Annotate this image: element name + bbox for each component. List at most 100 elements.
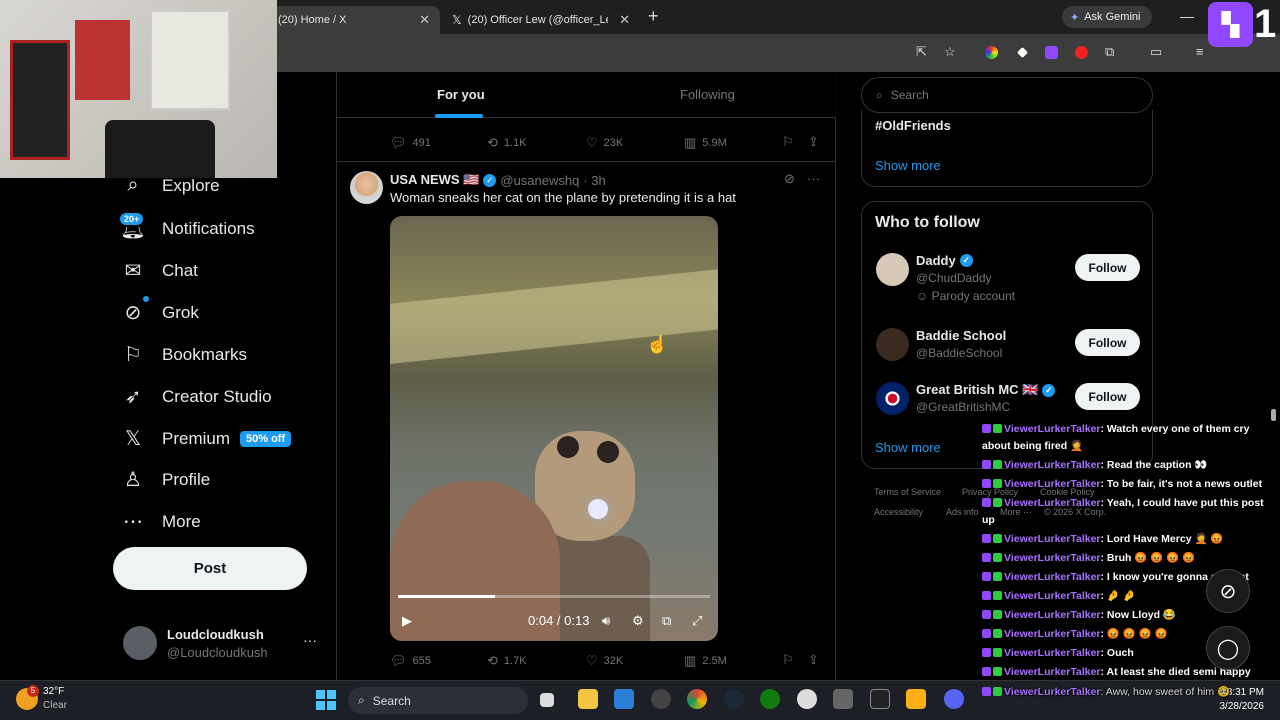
suggestion-name: Great British MC 🇬🇧 xyxy=(916,382,1039,397)
like-button[interactable]: ♡ 32K xyxy=(586,653,623,669)
tab-home[interactable]: (20) Home / X ✕ xyxy=(268,6,440,34)
extension-color-icon[interactable] xyxy=(985,46,998,59)
app-icon[interactable] xyxy=(651,689,671,709)
footer-link[interactable]: Terms of Service xyxy=(874,487,941,497)
messages-float-button[interactable]: ◯ xyxy=(1206,626,1250,670)
follow-button[interactable]: Follow xyxy=(1075,254,1140,281)
account-switcher[interactable]: Loudcloudkush @Loudcloudkush ··· xyxy=(123,626,323,662)
bookmark-icon[interactable]: ⚐ xyxy=(782,652,794,668)
sidebar-item-premium[interactable]: 𝕏 Premium 50% off xyxy=(120,426,292,451)
obs-icon[interactable] xyxy=(797,689,817,709)
who-to-follow-title: Who to follow xyxy=(875,214,980,231)
store-icon[interactable] xyxy=(614,689,634,709)
more-circle-icon: ⋯ xyxy=(123,511,143,533)
sidebar-item-profile[interactable]: ♙ Profile xyxy=(120,467,210,492)
views-button[interactable]: ▥ 2.5M xyxy=(684,653,727,669)
tweet-author-name[interactable]: USA NEWS 🇺🇸 xyxy=(390,172,479,188)
tab-title: (20) Officer Lew (@officer_Lew) xyxy=(467,14,608,26)
star-icon[interactable]: ☆ xyxy=(944,44,956,60)
views-button[interactable]: ▥ 5.9M xyxy=(684,135,727,151)
scrollbar[interactable] xyxy=(1271,409,1276,421)
avatar[interactable] xyxy=(350,171,383,204)
new-tab-button[interactable]: + xyxy=(648,6,659,27)
chat-message: ViewerLurkerTalker: To be fair, it's not… xyxy=(982,476,1274,493)
sidebar-item-grok[interactable]: ⊘ Grok xyxy=(120,300,199,325)
sidebar-item-bookmarks[interactable]: ⚐ Bookmarks xyxy=(120,342,247,367)
view-count: 5.9M xyxy=(702,137,727,149)
video-progress-bar[interactable] xyxy=(398,595,710,598)
sidebar-item-explore[interactable]: ⌕ Explore xyxy=(120,174,219,197)
discord-icon[interactable] xyxy=(944,689,964,709)
like-button[interactable]: ♡ 23K xyxy=(586,135,623,151)
fullscreen-icon[interactable]: ⤢ xyxy=(692,613,702,629)
tweet-divider xyxy=(336,161,836,162)
xbox-icon[interactable] xyxy=(760,689,780,709)
footer-link[interactable]: Accessibility xyxy=(874,507,923,517)
file-explorer-icon[interactable] xyxy=(578,689,598,709)
follow-button[interactable]: Follow xyxy=(1075,383,1140,410)
active-tab-indicator xyxy=(435,114,483,118)
extension-red-icon[interactable] xyxy=(1075,46,1088,59)
sidebar-item-creator-studio[interactable]: ➶ Creator Studio xyxy=(120,384,272,409)
reply-button[interactable]: 💬︎ 491 xyxy=(390,135,431,151)
sidebar-item-more[interactable]: ⋯ More xyxy=(120,509,201,534)
show-more-link[interactable]: Show more xyxy=(875,440,941,455)
install-icon[interactable]: ⇱ xyxy=(916,44,927,60)
calculator-icon[interactable] xyxy=(833,689,853,709)
extension-twitch-icon[interactable] xyxy=(1045,46,1058,59)
minimize-icon[interactable]: — xyxy=(1180,8,1194,24)
steam-icon[interactable] xyxy=(724,689,744,709)
taskbar-search[interactable]: ⌕ Search xyxy=(348,687,528,714)
bookmark-icon[interactable]: ⚐ xyxy=(782,134,794,150)
search-input[interactable]: ⌕ Search xyxy=(861,77,1153,113)
repost-button[interactable]: ⟲ 1.7K xyxy=(487,653,527,669)
task-view-icon[interactable] xyxy=(540,693,554,707)
play-icon[interactable]: ▶ xyxy=(402,613,412,629)
tweet-time[interactable]: · 3h xyxy=(583,173,605,188)
picture-in-picture-icon[interactable]: ⧉ xyxy=(662,613,671,629)
tab-title: (20) Home / X xyxy=(278,14,347,26)
epic-games-icon[interactable] xyxy=(870,689,890,709)
video-player[interactable]: ▶ 0:04 / 0:13 🔊︎ ⚙ ⧉ ⤢ xyxy=(390,216,718,641)
chat-text: : Read the caption 👀 xyxy=(1100,459,1208,471)
tab-following[interactable]: Following xyxy=(680,87,735,102)
share-icon[interactable]: ⇪ xyxy=(808,134,819,150)
ask-gemini-button[interactable]: ✦ Ask Gemini xyxy=(1062,6,1152,28)
footer-link[interactable]: Ads info xyxy=(946,507,979,517)
close-icon[interactable]: ✕ xyxy=(619,12,630,28)
avatar xyxy=(876,253,909,286)
more-horizontal-icon[interactable]: ··· xyxy=(303,632,317,648)
bookmark-icon: ⚐ xyxy=(124,344,142,366)
grok-float-button[interactable]: ⊘ xyxy=(1206,569,1250,613)
show-more-link[interactable]: Show more xyxy=(875,158,941,173)
follow-button[interactable]: Follow xyxy=(1075,329,1140,356)
tweet-author-handle[interactable]: @usanewshq xyxy=(500,173,579,188)
sidebar-item-chat[interactable]: ✉ Chat xyxy=(120,258,198,283)
chrome-icon[interactable] xyxy=(687,689,707,709)
mail-icon: ✉ xyxy=(124,260,142,282)
share-icon[interactable]: ⇪ xyxy=(808,652,819,668)
grok-dot xyxy=(143,296,149,302)
settings-icon[interactable]: ⚙ xyxy=(632,613,644,629)
verified-icon: ✓ xyxy=(1042,383,1056,397)
windows-start-icon[interactable] xyxy=(316,690,336,710)
verified-icon: ✓ xyxy=(483,173,497,187)
tab-officer-lew[interactable]: 𝕏 (20) Officer Lew (@officer_Lew) ✕ xyxy=(442,6,640,34)
weather-temperature: 32°F xyxy=(43,686,65,697)
puzzle-icon[interactable]: ⧉ xyxy=(1105,44,1114,60)
video-progress-fill xyxy=(398,595,495,598)
trend-item[interactable]: #OldFriends xyxy=(875,118,951,133)
sidebar-item-label: Grok xyxy=(162,302,199,322)
repost-button[interactable]: ⟲ 1.1K xyxy=(487,135,527,151)
rockstar-icon[interactable] xyxy=(906,689,926,709)
playlist-icon[interactable]: ≡ xyxy=(1196,44,1204,59)
post-button[interactable]: Post xyxy=(113,547,307,590)
more-horizontal-icon[interactable]: ··· xyxy=(807,171,820,186)
tab-for-you[interactable]: For you xyxy=(437,87,485,102)
volume-icon[interactable]: 🔊︎ xyxy=(602,613,610,629)
grok-icon[interactable]: ⊘ xyxy=(784,171,795,187)
reply-button[interactable]: 💬︎ 655 xyxy=(390,653,431,669)
chart-icon: ▥ xyxy=(684,653,697,668)
sidebar-icon[interactable]: ▭ xyxy=(1150,44,1162,60)
close-icon[interactable]: ✕ xyxy=(419,12,430,28)
